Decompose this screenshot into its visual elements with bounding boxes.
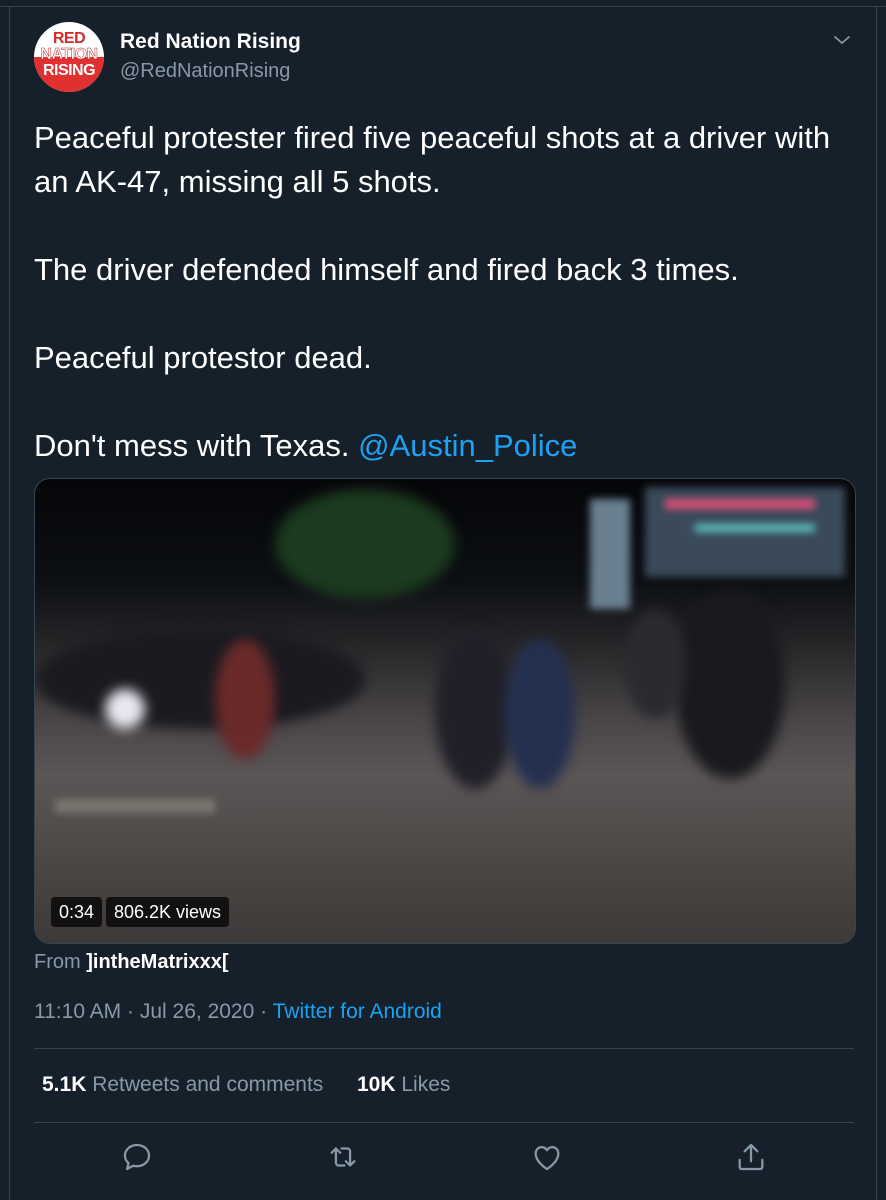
chevron-down-icon[interactable] — [830, 28, 854, 52]
likes-stat[interactable]: 10K Likes — [357, 1073, 450, 1096]
video-views-badge: 806.2K views — [106, 897, 230, 927]
tweet-actions — [34, 1140, 854, 1180]
tweet-line: The driver defended himself and fired ba… — [34, 252, 739, 287]
video-player[interactable]: 0:34 806.2K views — [34, 478, 856, 944]
video-scene-headlight — [105, 689, 145, 729]
divider — [34, 1048, 854, 1049]
retweets-count: 5.1K — [42, 1073, 87, 1096]
video-scene-person — [215, 639, 275, 759]
meta-separator: · — [260, 1000, 268, 1023]
share-icon[interactable] — [734, 1140, 768, 1174]
video-scene-car — [35, 629, 365, 729]
likes-count: 10K — [357, 1073, 396, 1096]
mention-link[interactable]: @Austin_Police — [358, 428, 577, 463]
video-scene-tree — [275, 489, 455, 599]
tweet-client-link[interactable]: Twitter for Android — [273, 1000, 442, 1023]
author-name[interactable]: Red Nation Rising — [120, 30, 301, 54]
tweet-time[interactable]: 11:10 AM — [34, 1000, 121, 1023]
tweet-line: Peaceful protester fired five peaceful s… — [34, 120, 831, 199]
avatar-logo-line-2: NATION — [40, 46, 98, 63]
video-scene-tower — [590, 499, 630, 609]
video-scene-person — [625, 609, 685, 719]
attribution-prefix: From — [34, 951, 81, 973]
avatar-logo-line-1: RED — [52, 30, 86, 47]
avatar[interactable]: RED NATION RISING — [34, 22, 104, 92]
video-scene-person — [675, 589, 785, 779]
tweet-text: Peaceful protester fired five peaceful s… — [34, 116, 854, 468]
tweet-date[interactable]: Jul 26, 2020 — [140, 1000, 254, 1023]
media-attribution: From ]intheMatrixxx[ — [34, 951, 228, 974]
avatar-logo: RED NATION RISING — [34, 31, 104, 79]
meta-separator: · — [127, 1000, 135, 1023]
tweet-stats: 5.1K Retweets and comments 10K Likes — [42, 1073, 450, 1097]
video-scene-lights — [695, 524, 815, 532]
frame-left-border — [9, 6, 10, 1200]
attribution-user-link[interactable]: ]intheMatrixxx[ — [86, 951, 228, 973]
retweets-label: Retweets and comments — [92, 1073, 324, 1096]
author-handle[interactable]: @RedNationRising — [120, 60, 290, 83]
retweet-icon[interactable] — [326, 1140, 360, 1174]
divider — [34, 1122, 854, 1123]
heart-icon[interactable] — [530, 1140, 564, 1174]
video-duration-badge: 0:34 — [51, 897, 103, 927]
tweet-line: Peaceful protestor dead. — [34, 340, 372, 375]
frame-top-border — [0, 6, 886, 7]
tweet-metadata: 11:10 AM · Jul 26, 2020 · Twitter for An… — [34, 1000, 442, 1024]
reply-icon[interactable] — [120, 1140, 154, 1174]
video-scene-road-marking — [55, 799, 215, 813]
video-scene-person — [435, 629, 515, 789]
likes-label: Likes — [401, 1073, 451, 1096]
frame-right-border — [876, 6, 877, 1200]
video-scene-lights — [665, 499, 815, 509]
video-scene-person — [505, 639, 575, 789]
retweets-stat[interactable]: 5.1K Retweets and comments — [42, 1073, 329, 1096]
tweet-header: RED NATION RISING Red Nation Rising @Red… — [34, 22, 864, 94]
tweet-line: Don't mess with Texas. — [34, 428, 359, 463]
avatar-logo-line-3: RISING — [42, 62, 96, 79]
